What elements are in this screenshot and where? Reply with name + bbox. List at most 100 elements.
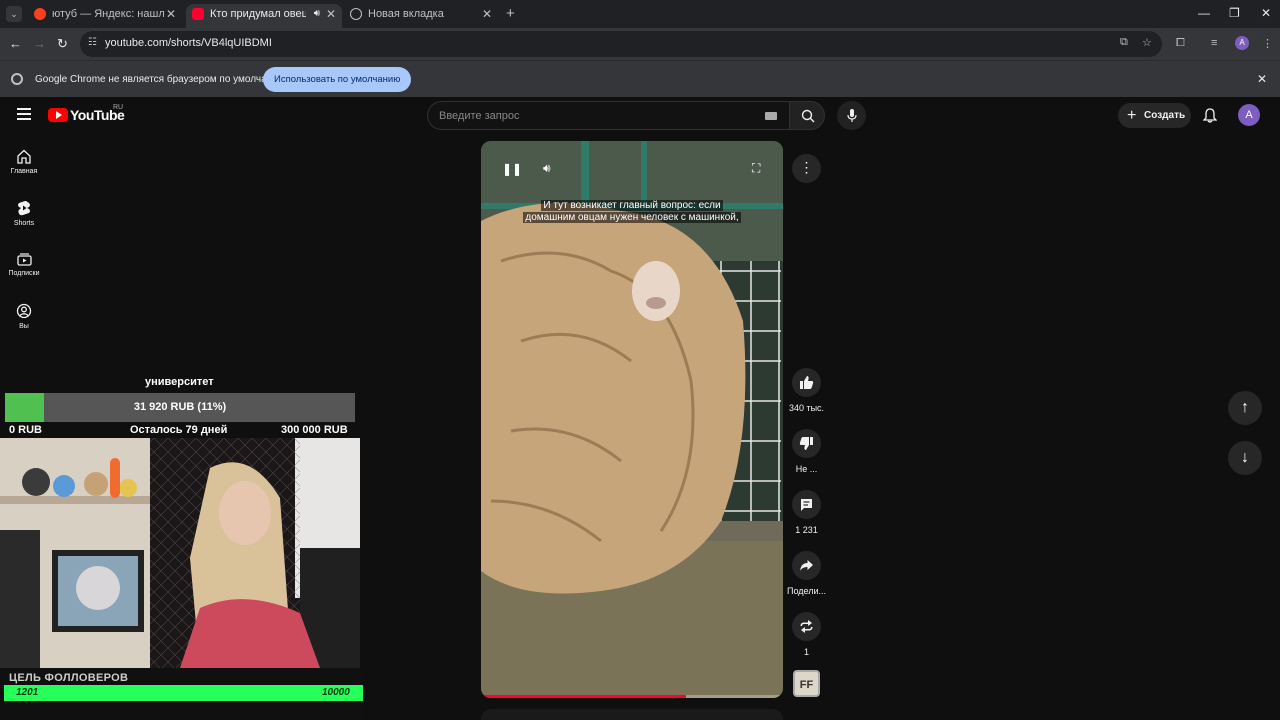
pause-icon[interactable]: ❚❚ bbox=[502, 162, 522, 176]
donation-goal-title: университет bbox=[145, 376, 214, 388]
tab-title: Кто придумал овец с бесконечной bbox=[210, 8, 306, 20]
back-button[interactable]: ← bbox=[9, 36, 22, 51]
guide-item-subscriptions[interactable]: Подписки bbox=[0, 252, 48, 277]
comments-button-circle[interactable] bbox=[792, 490, 821, 519]
share-icon bbox=[800, 560, 813, 571]
share-label: Подели... bbox=[786, 586, 826, 596]
comments-button[interactable]: 1 231 bbox=[786, 490, 827, 535]
search-input[interactable]: Введите запрос bbox=[427, 101, 789, 130]
share-button[interactable]: Подели... bbox=[786, 551, 827, 596]
sound-channel-thumbnail[interactable]: FF bbox=[793, 670, 820, 697]
next-short-button[interactable]: ↓ bbox=[1228, 441, 1262, 475]
browser-profile-avatar[interactable]: A bbox=[1235, 36, 1249, 50]
set-default-button[interactable]: Использовать по умолчанию bbox=[263, 67, 412, 92]
caption-line-2: домашним овцам нужен человек с машинкой, bbox=[523, 212, 741, 223]
site-info-icon[interactable]: ☷ bbox=[88, 37, 97, 48]
streamer-webcam bbox=[0, 438, 360, 668]
infobar-message: Google Chrome не является браузером по у… bbox=[35, 74, 289, 85]
volume-icon[interactable]: 🔊︎ bbox=[543, 161, 551, 176]
audio-playing-icon[interactable]: 🔊︎ bbox=[314, 4, 320, 24]
guide-label: Вы bbox=[19, 323, 29, 330]
arrow-up-icon: ↑ bbox=[1241, 399, 1249, 416]
forward-button[interactable]: → bbox=[33, 36, 46, 51]
next-short-preview[interactable] bbox=[481, 709, 783, 720]
address-bar[interactable]: ☷ youtube.com/shorts/VB4lqUIBDMI ⧉ ☆ bbox=[80, 31, 1162, 57]
microphone-icon bbox=[847, 109, 857, 122]
account-avatar[interactable]: A bbox=[1238, 104, 1260, 126]
create-label: Создать bbox=[1144, 110, 1186, 121]
close-window-button[interactable]: ✕ bbox=[1261, 6, 1271, 20]
youtube-logo-icon[interactable] bbox=[48, 108, 68, 122]
tab-yandex[interactable]: ютуб — Яндекс: нашлось 8 млн ✕ bbox=[28, 4, 182, 28]
guide-label: Главная bbox=[10, 168, 38, 175]
like-count: 340 тыс. bbox=[788, 403, 825, 413]
short-video-player[interactable]: И тут возникает главный вопрос: если дом… bbox=[481, 141, 783, 698]
region-code: RU bbox=[113, 104, 124, 111]
video-progress-bar[interactable] bbox=[481, 695, 783, 698]
tab-new[interactable]: Новая вкладка ✕ bbox=[344, 4, 498, 28]
chrome-menu-icon[interactable]: ⋮ bbox=[1262, 37, 1273, 50]
yandex-favicon-icon bbox=[34, 8, 46, 20]
create-button[interactable]: + Создать bbox=[1118, 103, 1191, 128]
close-infobar-icon[interactable]: ✕ bbox=[1257, 72, 1267, 86]
plus-icon: + bbox=[1127, 107, 1137, 124]
donation-goal-min: 0 RUB bbox=[9, 424, 43, 436]
default-browser-infobar: Google Chrome не является браузером по у… bbox=[0, 60, 1280, 97]
remix-button[interactable]: 1 bbox=[786, 612, 827, 657]
search-button[interactable] bbox=[789, 101, 825, 130]
webcam-scene bbox=[0, 438, 360, 668]
tab-title: ютуб — Яндекс: нашлось 8 млн bbox=[52, 8, 164, 20]
guide-item-home[interactable]: Главная bbox=[0, 149, 48, 175]
donation-goal-bar: 31 920 RUB (11%) bbox=[5, 393, 355, 422]
guide-item-you[interactable]: Вы bbox=[0, 303, 48, 330]
guide-menu-icon[interactable] bbox=[17, 108, 31, 123]
comment-icon bbox=[801, 499, 812, 511]
thumbs-down-icon bbox=[799, 437, 813, 450]
fullscreen-icon[interactable]: ⛶ bbox=[752, 161, 760, 176]
url-text: youtube.com/shorts/VB4lqUIBDMI bbox=[105, 37, 272, 49]
you-icon bbox=[16, 303, 32, 319]
media-controls-icon[interactable]: ≡ bbox=[1211, 37, 1217, 49]
new-tab-button[interactable]: + bbox=[506, 5, 515, 22]
extensions-icon[interactable]: ⧠ bbox=[1176, 37, 1185, 50]
tab-search-button[interactable]: ⌄ bbox=[6, 6, 22, 22]
donation-goal-remaining: Осталось 79 дней bbox=[130, 424, 228, 436]
video-frame-sheep bbox=[481, 141, 783, 698]
dislike-label: Не ... bbox=[795, 464, 818, 474]
share-button-circle[interactable] bbox=[792, 551, 821, 580]
bookmark-star-icon[interactable]: ☆ bbox=[1142, 36, 1152, 49]
notifications-bell-icon[interactable] bbox=[1203, 108, 1217, 123]
tab-strip: ⌄ ютуб — Яндекс: нашлось 8 млн ✕ Кто при… bbox=[0, 0, 1280, 28]
follower-current: 1201 bbox=[16, 687, 39, 698]
video-progress-fill bbox=[481, 695, 687, 698]
voice-search-button[interactable] bbox=[837, 101, 866, 130]
subscriptions-icon bbox=[16, 253, 32, 266]
chrome-icon bbox=[11, 73, 23, 85]
arrow-down-icon: ↓ bbox=[1241, 449, 1249, 466]
reload-button[interactable]: ↻ bbox=[57, 36, 68, 52]
close-tab-icon[interactable]: ✕ bbox=[326, 4, 336, 24]
follower-target: 10000 bbox=[322, 687, 350, 698]
remix-count: 1 bbox=[803, 647, 809, 657]
comment-count: 1 231 bbox=[795, 525, 818, 535]
close-tab-icon[interactable]: ✕ bbox=[166, 4, 176, 24]
keyboard-icon[interactable] bbox=[765, 112, 777, 120]
tab-youtube-short[interactable]: Кто придумал овец с бесконечной 🔊︎ ✕ bbox=[186, 4, 342, 28]
install-app-icon[interactable]: ⧉ bbox=[1120, 36, 1128, 49]
like-button-circle[interactable] bbox=[792, 368, 821, 397]
previous-short-button[interactable]: ↑ bbox=[1228, 391, 1262, 425]
remix-button-circle[interactable] bbox=[792, 612, 821, 641]
search-icon bbox=[801, 109, 815, 123]
minimize-button[interactable]: — bbox=[1198, 6, 1210, 20]
browser-toolbar: ← → ↻ ☷ youtube.com/shorts/VB4lqUIBDMI ⧉… bbox=[0, 28, 1280, 60]
dislike-button-circle[interactable] bbox=[792, 429, 821, 458]
close-tab-icon[interactable]: ✕ bbox=[482, 4, 492, 24]
like-button[interactable]: 340 тыс. bbox=[786, 368, 827, 413]
restore-button[interactable]: ❐ bbox=[1229, 6, 1240, 20]
more-actions-button[interactable]: ⋮ bbox=[792, 154, 821, 183]
remix-icon bbox=[800, 620, 813, 633]
guide-item-shorts[interactable]: Shorts bbox=[0, 200, 48, 227]
thumbs-up-icon bbox=[800, 376, 814, 389]
dislike-button[interactable]: Не ... bbox=[786, 429, 827, 474]
shorts-icon bbox=[18, 201, 30, 216]
